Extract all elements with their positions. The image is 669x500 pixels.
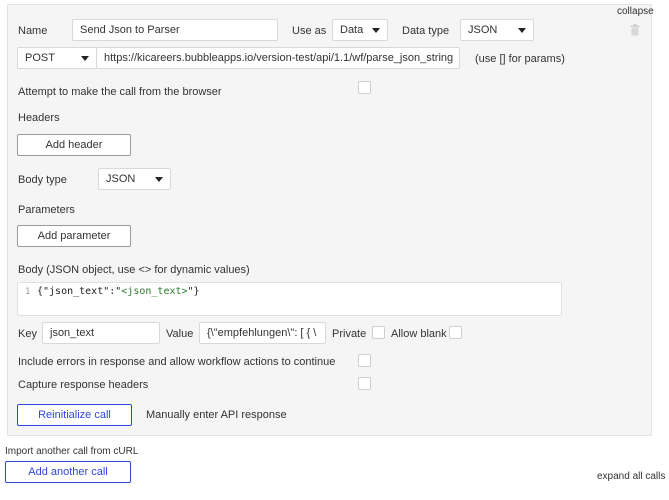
include-errors-label: Include errors in response and allow wor… [18, 356, 336, 368]
body-code-editor[interactable]: 1 {"json_text":"<json_text>"} [17, 282, 562, 316]
code-suffix: "} [187, 286, 200, 297]
value-input[interactable]: {\"empfehlungen\": [ { \ [199, 322, 326, 344]
chevron-down-icon [155, 176, 163, 182]
url-input[interactable]: https://kicareers.bubbleapps.io/version-… [96, 47, 460, 69]
add-header-button[interactable]: Add header [17, 134, 131, 156]
add-another-call-button[interactable]: Add another call [5, 461, 131, 483]
capture-headers-checkbox[interactable] [358, 377, 371, 390]
data-type-value: JSON [468, 24, 498, 36]
key-input[interactable]: json_text [42, 322, 160, 344]
include-errors-checkbox[interactable] [358, 354, 371, 367]
url-hint: (use [] for params) [475, 53, 565, 65]
add-parameter-button[interactable]: Add parameter [17, 225, 131, 247]
browser-call-checkbox[interactable] [358, 81, 371, 94]
body-type-dropdown[interactable]: JSON [98, 168, 171, 190]
value-label: Value [166, 328, 194, 340]
allow-blank-checkbox[interactable] [449, 326, 462, 339]
private-label: Private [332, 328, 367, 340]
reinitialize-call-button[interactable]: Reinitialize call [17, 404, 132, 426]
name-label: Name [18, 25, 48, 37]
body-label: Body (JSON object, use <> for dynamic va… [18, 264, 250, 276]
headers-label: Headers [18, 112, 60, 124]
key-label: Key [18, 328, 37, 340]
browser-call-label: Attempt to make the call from the browse… [18, 86, 222, 98]
import-curl-link[interactable]: Import another call from cURL [5, 446, 138, 457]
manual-response-link[interactable]: Manually enter API response [146, 409, 287, 421]
capture-headers-label: Capture response headers [18, 379, 149, 391]
use-as-dropdown[interactable]: Data [332, 19, 388, 41]
code-line: {"json_text":"<json_text>"} [37, 286, 200, 297]
call-name-input[interactable]: Send Json to Parser [72, 19, 278, 41]
chevron-down-icon [372, 27, 380, 33]
expand-all-calls-link[interactable]: expand all calls [597, 471, 665, 482]
http-method-dropdown[interactable]: POST [17, 47, 97, 69]
body-type-label: Body type [18, 174, 67, 186]
use-as-label: Use as [292, 25, 327, 37]
body-type-value: JSON [106, 173, 136, 185]
api-call-panel: collapse Name Send Json to Parser Use as… [7, 4, 654, 436]
code-placeholder: <json_text> [121, 286, 188, 297]
data-type-label: Data type [402, 25, 450, 37]
collapse-link[interactable]: collapse [617, 6, 654, 17]
chevron-down-icon [518, 27, 526, 33]
chevron-down-icon [81, 55, 89, 61]
private-checkbox[interactable] [372, 326, 385, 339]
code-prefix: {"json_text":" [37, 286, 122, 297]
http-method-value: POST [25, 52, 55, 64]
use-as-value: Data [340, 24, 364, 36]
line-number: 1 [25, 287, 31, 297]
parameters-label: Parameters [18, 204, 75, 216]
allow-blank-label: Allow blank [391, 328, 447, 340]
data-type-dropdown[interactable]: JSON [460, 19, 534, 41]
trash-icon[interactable] [630, 24, 640, 36]
